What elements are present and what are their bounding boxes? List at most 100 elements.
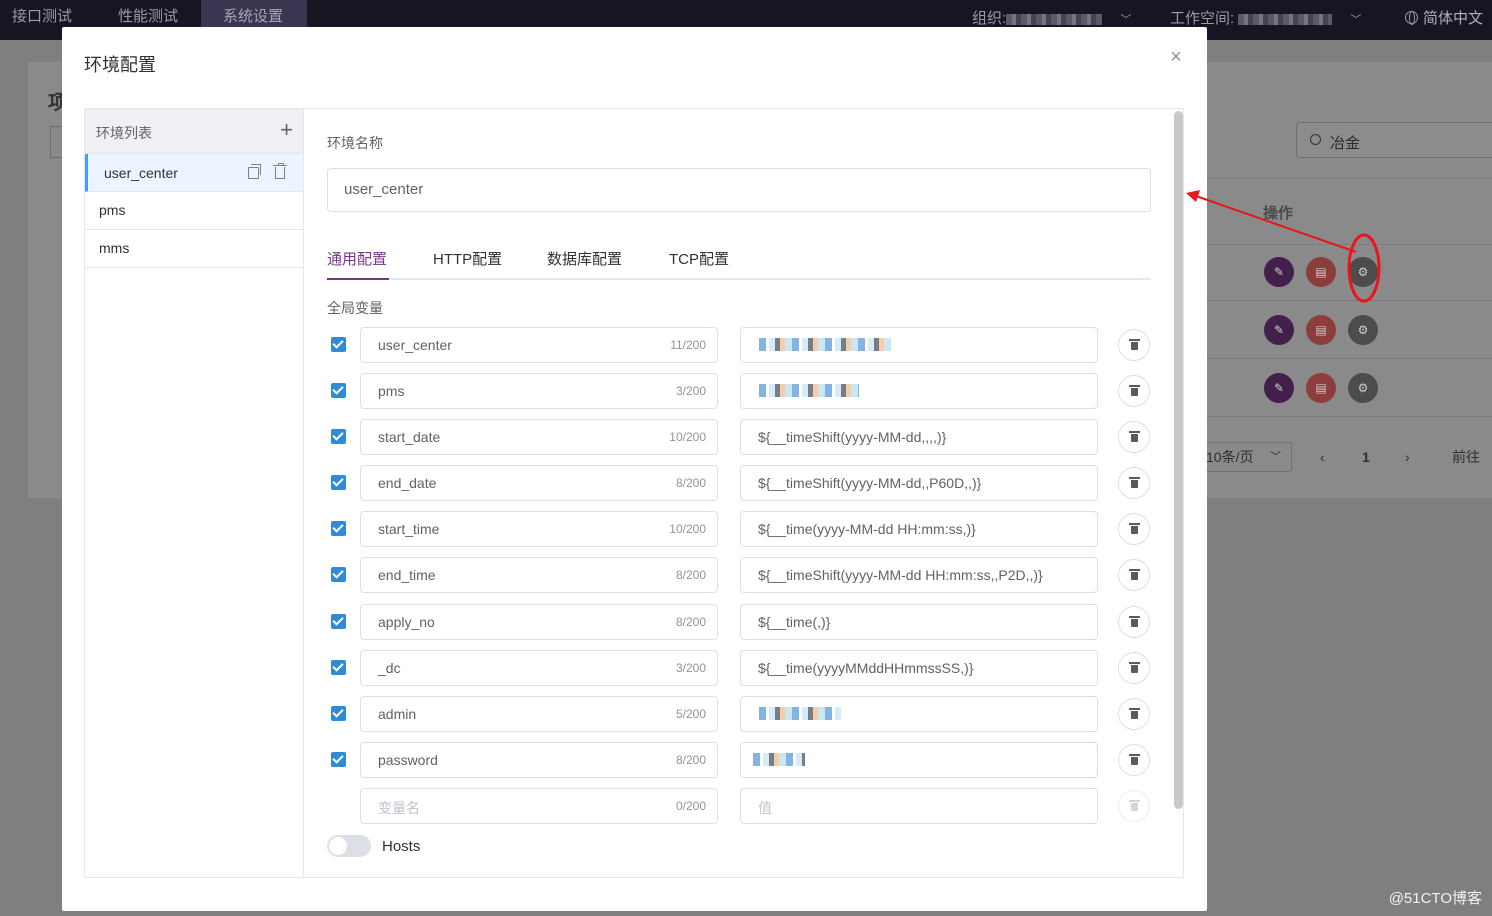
variable-name-input[interactable]: admin 5/200 [360, 696, 718, 732]
char-count: 5/200 [675, 707, 706, 721]
environment-item-pms[interactable]: pms [85, 192, 303, 230]
obscured-value [759, 384, 859, 397]
variable-name: user_center [378, 337, 452, 353]
char-count: 8/200 [675, 753, 706, 767]
variable-row: end_date 8/200 ${__timeShift(yyyy-MM-dd,,… [327, 465, 1153, 501]
variable-name: start_date [378, 429, 441, 445]
char-count: 8/200 [675, 476, 706, 490]
variable-row: start_date 10/200 ${__timeShift(yyyy-MM-d… [327, 419, 1153, 455]
variable-name-input[interactable]: start_time 10/200 [360, 511, 718, 547]
variable-value-input[interactable] [740, 696, 1098, 732]
char-count: 0/200 [675, 799, 706, 813]
delete-variable-icon[interactable] [1118, 375, 1150, 407]
delete-icon[interactable] [273, 163, 287, 179]
variable-value-input[interactable]: ${__time(,)} [740, 604, 1098, 640]
variable-enabled-checkbox[interactable] [331, 475, 346, 490]
hosts-toggle[interactable] [327, 835, 371, 857]
variable-name-placeholder: 变量名 [378, 800, 420, 816]
variable-name-input[interactable]: user_center 11/200 [360, 327, 718, 363]
delete-variable-icon[interactable] [1118, 421, 1150, 453]
close-icon[interactable]: × [1168, 47, 1184, 67]
env-name-label: 环境名称 [327, 135, 383, 151]
environment-item-mms[interactable]: mms [85, 230, 303, 268]
variable-name-input[interactable]: password 8/200 [360, 742, 718, 778]
variable-value-input[interactable] [740, 327, 1098, 363]
variable-enabled-checkbox[interactable] [331, 614, 346, 629]
globe-icon [1405, 11, 1418, 25]
delete-variable-icon[interactable] [1118, 513, 1150, 545]
variable-value-input[interactable]: ${__timeShift(yyyy-MM-dd,,P60D,,)} [740, 465, 1098, 501]
environment-config-dialog: 环境配置 × 环境列表 + user_center pms mms 环境名称 u… [62, 27, 1207, 911]
environment-item-user-center[interactable]: user_center [85, 154, 303, 192]
obscured-value [759, 338, 891, 351]
new-variable-name-input[interactable]: 变量名 0/200 [360, 788, 718, 824]
delete-variable-icon[interactable] [1118, 744, 1150, 776]
obscured-value [753, 753, 805, 766]
goto-label: 前往 [1452, 449, 1480, 465]
variable-enabled-checkbox[interactable] [331, 706, 346, 721]
variable-name: apply_no [378, 614, 435, 630]
divider [1206, 358, 1492, 359]
environment-list-title: 环境列表 [96, 125, 152, 141]
variable-name: pms [378, 383, 405, 399]
environment-list-header: 环境列表 + [85, 109, 303, 154]
current-page: 1 [1362, 449, 1370, 465]
variable-enabled-checkbox[interactable] [331, 660, 346, 675]
delete-variable-icon[interactable] [1118, 606, 1150, 638]
new-variable-value-input[interactable]: 值 [740, 788, 1098, 824]
delete-variable-icon[interactable] [1118, 698, 1150, 730]
variable-enabled-checkbox[interactable] [331, 521, 346, 536]
copy-icon[interactable] [248, 164, 261, 179]
variable-value-input[interactable]: ${__time(yyyyMMddHHmmssSS,)} [740, 650, 1098, 686]
divider [1206, 416, 1492, 417]
delete-variable-icon[interactable] [1118, 559, 1150, 591]
add-environment-icon[interactable]: + [280, 119, 293, 141]
variable-value-input[interactable]: ${__time(yyyy-MM-dd HH:mm:ss,)} [740, 511, 1098, 547]
variable-row: apply_no 8/200 ${__time(,)} [327, 604, 1153, 640]
divider [1206, 244, 1492, 245]
variable-value: ${__timeShift(yyyy-MM-dd HH:mm:ss,,P2D,,… [758, 567, 1043, 583]
variable-value-input[interactable] [740, 373, 1098, 409]
tab-tcp-config[interactable]: TCP配置 [669, 248, 729, 269]
env-name-input[interactable]: user_center [327, 168, 1151, 212]
delete-variable-icon[interactable] [1118, 467, 1150, 499]
char-count: 3/200 [675, 661, 706, 675]
workspace-label: 工作空间: [1170, 10, 1235, 27]
prev-page-icon: ‹ [1320, 449, 1325, 465]
variable-row: start_time 10/200 ${__time(yyyy-MM-dd HH:… [327, 511, 1153, 547]
language-switch[interactable]: 简体中文 [1405, 0, 1483, 38]
variable-enabled-checkbox[interactable] [331, 567, 346, 582]
variable-enabled-checkbox[interactable] [331, 337, 346, 352]
environment-list: 环境列表 + user_center pms mms [84, 108, 304, 878]
variable-name-input[interactable]: pms 3/200 [360, 373, 718, 409]
variable-value-input[interactable]: ${__timeShift(yyyy-MM-dd HH:mm:ss,,P2D,,… [740, 557, 1098, 593]
tab-general-config[interactable]: 通用配置 [327, 248, 387, 269]
tab-database-config[interactable]: 数据库配置 [547, 248, 622, 269]
variable-name-input[interactable]: apply_no 8/200 [360, 604, 718, 640]
background-search-input: 冶金 [1296, 122, 1492, 158]
variable-name-input[interactable]: _dc 3/200 [360, 650, 718, 686]
variable-value-input[interactable] [740, 742, 1098, 778]
variable-name: admin [378, 706, 417, 722]
variable-name-input[interactable]: end_time 8/200 [360, 557, 718, 593]
variable-name-input[interactable]: end_date 8/200 [360, 465, 718, 501]
variable-row: end_time 8/200 ${__timeShift(yyyy-MM-dd H… [327, 557, 1153, 593]
delete-variable-icon[interactable] [1118, 652, 1150, 684]
variable-name: start_time [378, 521, 440, 537]
divider [1206, 300, 1492, 301]
variable-enabled-checkbox[interactable] [331, 383, 346, 398]
variable-value-input[interactable]: ${__timeShift(yyyy-MM-dd,,,,)} [740, 419, 1098, 455]
tab-http-config[interactable]: HTTP配置 [433, 248, 502, 269]
char-count: 8/200 [675, 615, 706, 629]
variable-enabled-checkbox[interactable] [331, 752, 346, 767]
config-tabs: 通用配置 HTTP配置 数据库配置 TCP配置 [327, 244, 1151, 280]
language-label: 简体中文 [1423, 10, 1484, 27]
scrollbar[interactable] [1174, 111, 1183, 809]
variable-enabled-checkbox[interactable] [331, 429, 346, 444]
char-count: 8/200 [675, 568, 706, 582]
variable-row: pms 3/200 [327, 373, 1153, 409]
settings-icon: ⚙ [1348, 257, 1378, 287]
next-page-icon: › [1405, 449, 1410, 465]
variable-name-input[interactable]: start_date 10/200 [360, 419, 718, 455]
delete-variable-icon[interactable] [1118, 329, 1150, 361]
